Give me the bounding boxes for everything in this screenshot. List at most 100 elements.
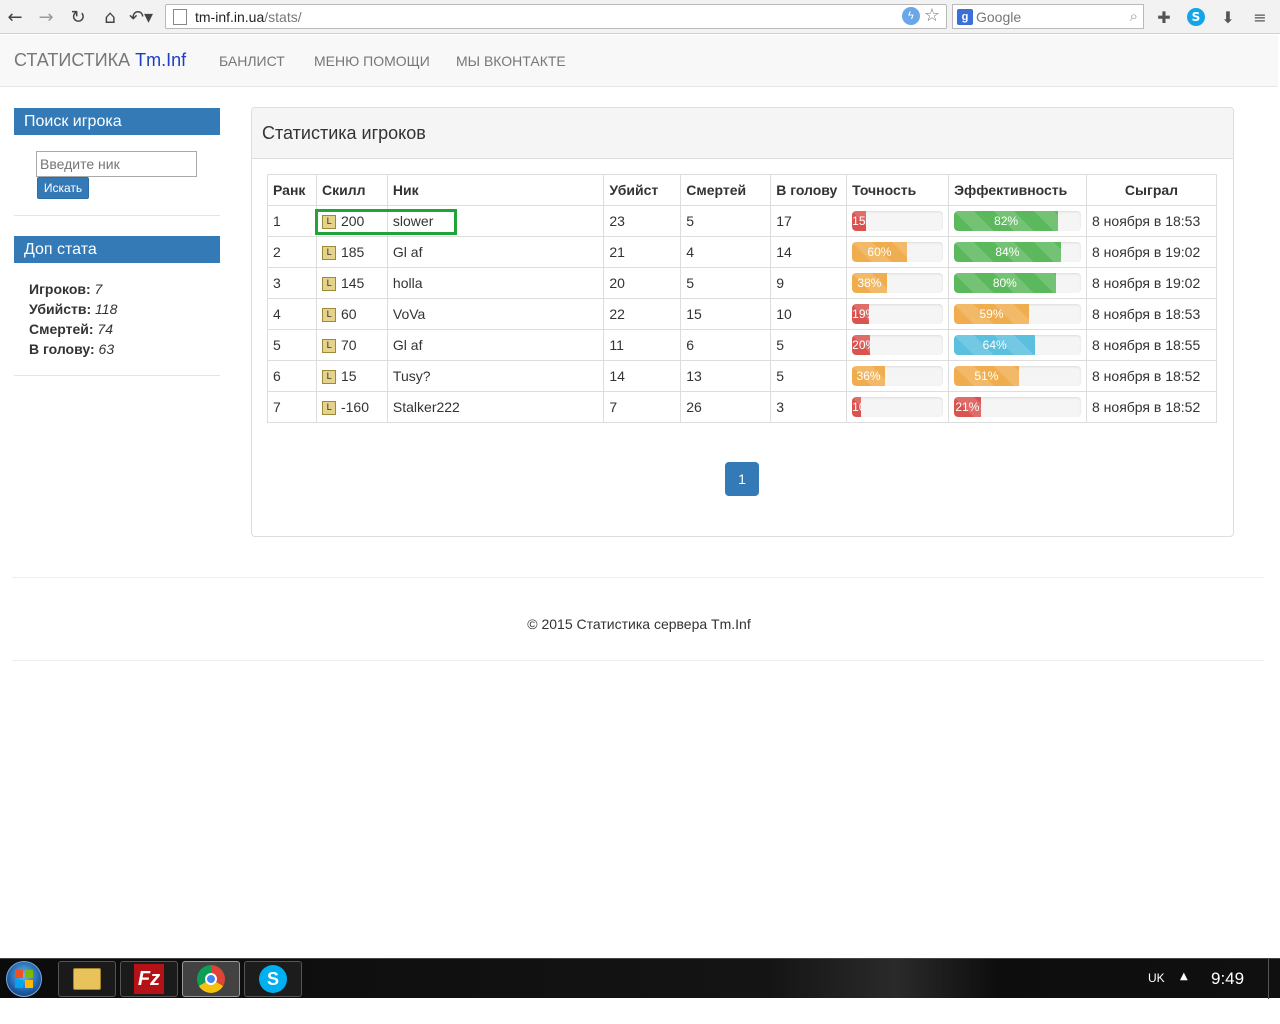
nick-cell[interactable]: Gl af: [386, 236, 605, 268]
back-icon[interactable]: ←: [2, 4, 28, 30]
skill-cell: L 15: [315, 360, 388, 392]
bolt-icon[interactable]: ϟ: [901, 7, 920, 25]
tray-expand-icon[interactable]: ▲: [1180, 971, 1188, 982]
pagination-page-1[interactable]: 1: [725, 462, 759, 496]
skill-cell: L -160: [315, 391, 388, 423]
col-skill[interactable]: Скилл: [315, 174, 388, 206]
accuracy-progress-bar: 38%: [852, 273, 944, 293]
kills-cell: 23: [603, 205, 682, 237]
deaths-cell: 6: [680, 329, 772, 361]
nav-banlist[interactable]: БАНЛИСТ: [219, 53, 285, 69]
stat-players: Игроков: 7: [29, 281, 103, 297]
sidebar-divider: [14, 215, 220, 216]
efficiency-progress-bar: 21%: [954, 397, 1081, 417]
clock[interactable]: 9:49: [1211, 969, 1244, 989]
home-icon[interactable]: ⌂: [97, 4, 123, 30]
efficiency-progress-fill: 82%: [954, 211, 1059, 231]
reload-icon[interactable]: ↻: [65, 4, 91, 30]
played-cell: 8 ноября в 18:52: [1086, 360, 1217, 392]
browser-toolbar: ← → ↻ ⌂ ↶▾ tm-inf.in.ua/stats/ ϟ ☆ g Goo…: [0, 0, 1280, 34]
played-cell: 8 ноября в 18:53: [1086, 205, 1217, 237]
table-row: 1L 200 slower23517 15% 82% 8 ноября в 18:53: [267, 205, 1217, 237]
col-efficiency[interactable]: Эффективность: [948, 174, 1087, 206]
skill-cell: L 185: [315, 236, 388, 268]
sidebar-divider: [14, 375, 220, 376]
nick-cell[interactable]: Stalker222: [386, 391, 605, 423]
kills-cell: 22: [603, 298, 682, 330]
taskbar-chrome[interactable]: [182, 961, 240, 997]
puzzle-icon[interactable]: ✚: [1152, 5, 1176, 29]
language-indicator[interactable]: UK: [1148, 971, 1165, 985]
kills-cell: 14: [603, 360, 682, 392]
search-button[interactable]: Искать: [37, 177, 89, 199]
start-button[interactable]: [6, 961, 42, 997]
brand-link[interactable]: СТАТИСТИКА Tm.Inf: [14, 50, 186, 71]
accuracy-progress-bar: 60%: [852, 242, 944, 262]
address-bar[interactable]: tm-inf.in.ua/stats/ ϟ ☆: [165, 4, 947, 29]
download-icon[interactable]: ⬇: [1216, 5, 1240, 29]
panel-title: Статистика игроков: [252, 108, 1233, 159]
accuracy-cell: 15%: [846, 205, 950, 237]
taskbar-filezilla[interactable]: Fz: [120, 961, 178, 997]
level-icon: L: [321, 401, 336, 416]
level-icon: L: [321, 308, 336, 323]
skill-cell: L 145: [315, 267, 388, 299]
nick-cell[interactable]: Gl af: [386, 329, 605, 361]
skill-cell: L 60: [315, 298, 388, 330]
taskbar-explorer[interactable]: [58, 961, 116, 997]
skill-value: 200: [340, 212, 365, 229]
forward-icon[interactable]: →: [33, 4, 59, 30]
google-icon: g: [957, 8, 973, 25]
skype-extension-icon[interactable]: S: [1184, 5, 1208, 29]
bookmark-star-icon[interactable]: ☆: [924, 7, 940, 25]
col-headshots[interactable]: В голову: [770, 174, 848, 206]
show-desktop-button[interactable]: [1268, 959, 1280, 999]
level-icon: L: [321, 277, 336, 292]
stat-headshots: В голову: 63: [29, 341, 115, 357]
skill-value: 15: [340, 367, 357, 384]
player-search-title: Поиск игрока: [14, 108, 220, 135]
level-icon: L: [321, 246, 336, 261]
level-icon: L: [321, 215, 336, 230]
level-icon: L: [321, 370, 336, 385]
headshots-cell: 3: [770, 391, 848, 423]
col-kills[interactable]: Убийст: [603, 174, 682, 206]
taskbar-skype[interactable]: S: [244, 961, 302, 997]
kills-cell: 7: [603, 391, 682, 423]
col-nick[interactable]: Ник: [386, 174, 605, 206]
col-played[interactable]: Сыграл: [1086, 174, 1217, 206]
menu-icon[interactable]: ≡: [1248, 5, 1272, 29]
accuracy-progress-fill: 10%: [852, 397, 862, 417]
skill-value: -160: [340, 398, 369, 415]
col-rank[interactable]: Ранк: [267, 174, 317, 206]
footer-copyright: © 2015 Статистика сервера Tm.Inf: [527, 616, 751, 632]
efficiency-progress-fill: 59%: [954, 304, 1029, 324]
player-search-input[interactable]: [36, 151, 197, 177]
col-accuracy[interactable]: Точность: [846, 174, 950, 206]
nick-cell[interactable]: VoVa: [386, 298, 605, 330]
played-cell: 8 ноября в 19:02: [1086, 236, 1217, 268]
efficiency-progress-bar: 82%: [954, 211, 1081, 231]
kills-cell: 21: [603, 236, 682, 268]
nick-cell[interactable]: slower: [386, 205, 605, 237]
nick-cell[interactable]: holla: [386, 267, 605, 299]
table-row: 2 L 185 Gl af 21 4 14 60% 84% 8 ноября в 19:02: [267, 236, 1217, 268]
col-deaths[interactable]: Смертей: [680, 174, 772, 206]
deaths-cell: 5: [680, 205, 772, 237]
rank-cell: 5: [267, 329, 317, 361]
nav-help-menu[interactable]: МЕНЮ ПОМОЩИ: [314, 53, 430, 69]
headshots-cell: 5: [770, 360, 848, 392]
search-bar[interactable]: g Google ⌕: [952, 4, 1144, 29]
footer-divider: [12, 660, 1264, 661]
deaths-cell: 26: [680, 391, 772, 423]
undo-icon[interactable]: ↶▾: [128, 4, 154, 30]
url-path: /stats/: [264, 8, 302, 25]
table-row: 5L70Gl af116520%64%8 ноября в 18:55: [267, 329, 1217, 361]
efficiency-progress-bar: 64%: [954, 335, 1081, 355]
nick-cell[interactable]: Tusy?: [386, 360, 605, 392]
magnifier-icon[interactable]: ⌕: [1130, 7, 1138, 25]
rank-cell: 3: [267, 267, 317, 299]
efficiency-progress-bar: 80%: [954, 273, 1081, 293]
rank-cell: 7: [267, 391, 317, 423]
nav-vkontakte[interactable]: МЫ ВКОНТАКТЕ: [456, 53, 566, 69]
